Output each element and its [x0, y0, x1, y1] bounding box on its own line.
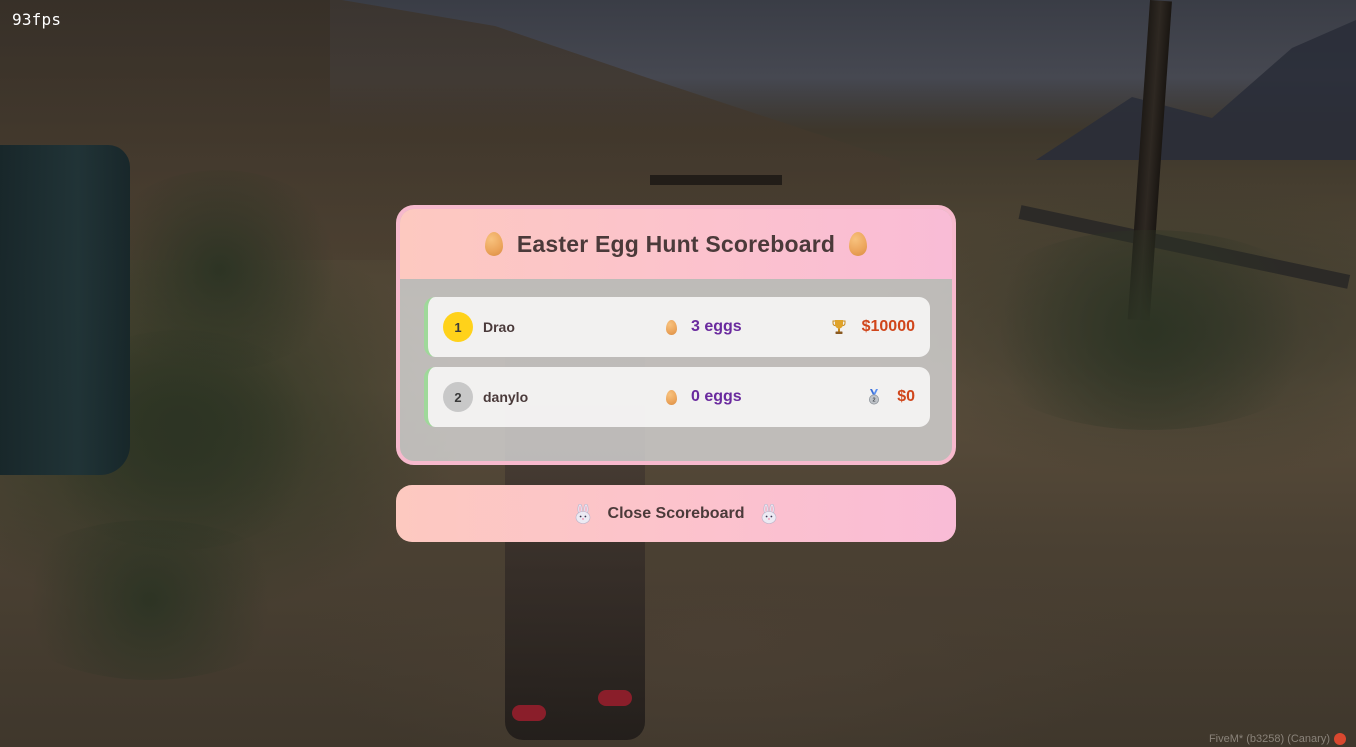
svg-text:2: 2: [873, 398, 876, 404]
fps-counter: 93fps: [12, 10, 62, 29]
player-name: danylo: [483, 389, 529, 405]
player-row: 1 Drao 3 eggs $10000: [424, 297, 930, 357]
scoreboard-title: Easter Egg Hunt Scoreboard: [516, 230, 836, 257]
rank-badge: 1: [443, 312, 473, 342]
egg-icon: [666, 389, 677, 405]
close-button-label: Close Scoreboard: [607, 504, 745, 522]
bunny-icon: [575, 503, 590, 524]
bush: [0, 520, 300, 680]
bunny-icon: [762, 503, 777, 524]
prize-amount: $10000: [861, 318, 915, 335]
prize-group: $10000: [832, 318, 915, 336]
egg-icon: [849, 232, 868, 256]
egg-icon: [484, 232, 503, 256]
scoreboard-list: 1 Drao 3 eggs $10000 2 danylo 0 eggs 2 $…: [400, 279, 952, 427]
scoreboard-panel: Easter Egg Hunt Scoreboard 1 Drao 3 eggs…: [396, 205, 956, 465]
shoe: [512, 705, 546, 721]
shoe: [598, 690, 632, 706]
egg-icon: [666, 319, 677, 335]
prize-group: 2 $0: [867, 388, 915, 406]
close-scoreboard-button[interactable]: Close Scoreboard: [396, 485, 956, 542]
silver-medal-icon: 2: [869, 389, 880, 405]
player-name: Drao: [483, 319, 515, 335]
fivem-watermark: FiveM* (b3258) (Canary): [1209, 733, 1346, 745]
player-row: 2 danylo 0 eggs 2 $0: [424, 367, 930, 427]
egg-count-group: 0 eggs: [666, 388, 742, 406]
pickup-truck: [0, 145, 130, 475]
rank-badge: 2: [443, 382, 473, 412]
fivem-logo-icon: [1334, 733, 1346, 745]
egg-count: 0 eggs: [691, 388, 742, 405]
trophy-icon: [832, 320, 846, 334]
prize-amount: $0: [897, 388, 915, 405]
wooden-bench: [650, 175, 782, 185]
scoreboard-header: Easter Egg Hunt Scoreboard: [400, 209, 952, 279]
egg-count-group: 3 eggs: [666, 318, 742, 336]
watermark-text: FiveM* (b3258) (Canary): [1208, 733, 1330, 745]
egg-count: 3 eggs: [691, 318, 742, 335]
bush: [960, 230, 1340, 430]
